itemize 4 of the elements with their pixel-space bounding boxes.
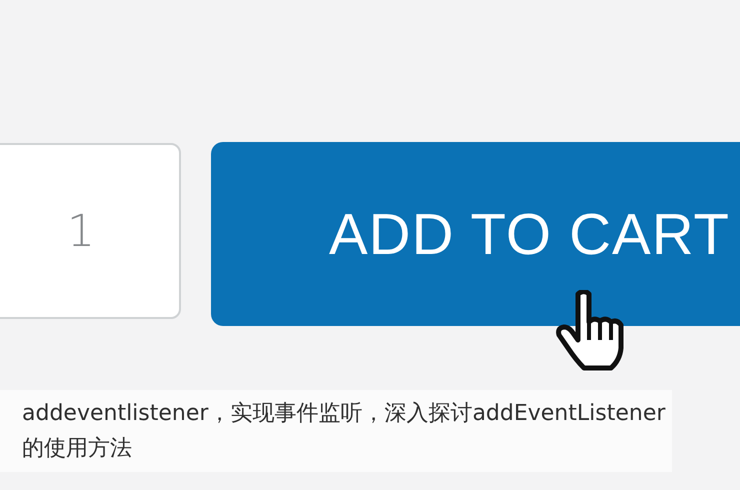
add-to-cart-button[interactable]: ADD TO CART xyxy=(211,142,740,326)
quantity-field[interactable]: 1 xyxy=(0,143,181,319)
hand-cursor-icon xyxy=(556,290,626,372)
caption-text: addeventlistener，实现事件监听，深入探讨addEventListener的使用方法 xyxy=(0,390,672,472)
